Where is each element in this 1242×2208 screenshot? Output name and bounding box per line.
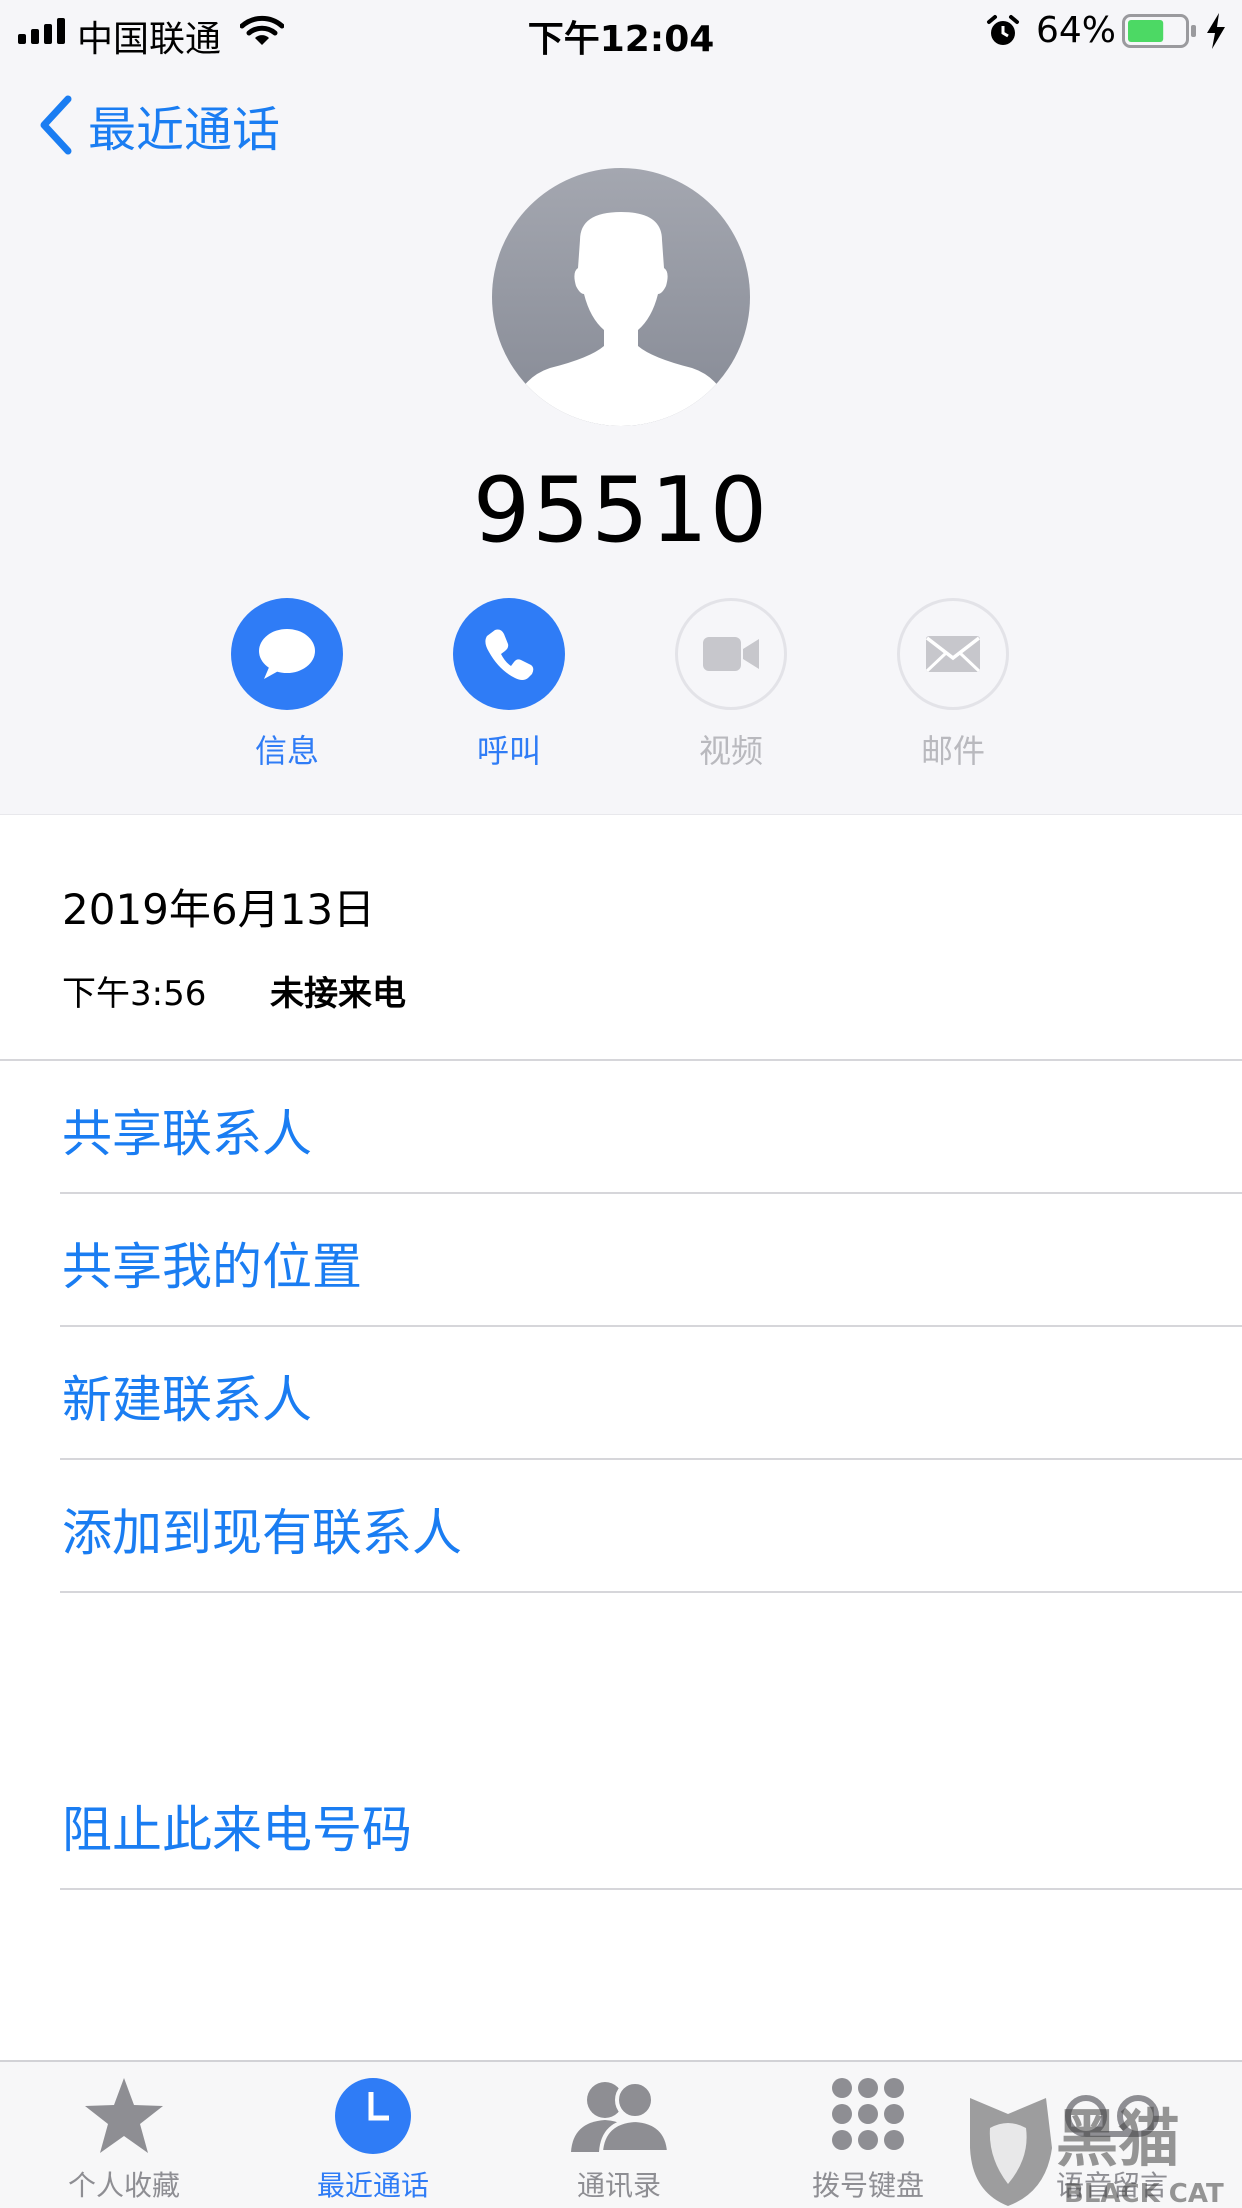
watermark-text: 黑猫 [1056, 2102, 1180, 2175]
tab-contacts-label: 通讯录 [576, 2169, 661, 2202]
tab-recents-label: 最近通话 [316, 2169, 429, 2202]
phone-icon [485, 629, 534, 680]
tab-keypad-label: 拨号键盘 [811, 2169, 924, 2202]
status-bar: 中国联通 下午12:04 64% [0, 0, 1242, 62]
mail-label: 邮件 [920, 732, 985, 770]
share-contact-option[interactable]: 共享联系人 [62, 1094, 312, 1166]
video-icon [703, 637, 759, 671]
mail-icon [925, 636, 981, 673]
chevron-left-icon [40, 95, 72, 155]
message-icon [259, 629, 315, 679]
battery-icon [1122, 14, 1196, 48]
block-caller-option[interactable]: 阻止此来电号码 [62, 1790, 412, 1862]
tab-contacts[interactable]: 通讯录 [519, 2076, 719, 2204]
mail-button[interactable]: 邮件 [883, 598, 1023, 772]
back-label: 最近通话 [88, 102, 281, 158]
share-location-option[interactable]: 共享我的位置 [62, 1227, 362, 1299]
message-label: 信息 [254, 732, 319, 770]
message-button[interactable]: 信息 [217, 598, 357, 772]
call-label: 呼叫 [476, 732, 541, 770]
clock-icon [335, 2078, 411, 2154]
call-date: 2019年6月13日 [62, 885, 376, 934]
tab-favorites-label: 个人收藏 [67, 2169, 180, 2202]
option-divider [60, 1458, 1242, 1460]
contact-number: 95510 [472, 458, 770, 563]
option-divider [60, 1325, 1242, 1327]
call-button[interactable]: 呼叫 [439, 598, 579, 772]
star-icon [85, 2078, 163, 2153]
avatar [492, 168, 750, 426]
video-label: 视频 [698, 732, 763, 770]
call-time: 下午3:56 [62, 974, 207, 1014]
add-to-existing-contact-option[interactable]: 添加到现有联系人 [62, 1493, 462, 1565]
quick-actions: 信息 呼叫 视频 邮件 [0, 598, 1242, 778]
video-button[interactable]: 视频 [661, 598, 801, 772]
new-contact-option[interactable]: 新建联系人 [62, 1360, 312, 1432]
black-cat-watermark: 黑猫 BLACK CAT [970, 2098, 1224, 2208]
charging-bolt-icon [1207, 13, 1225, 49]
header-divider [0, 814, 1242, 815]
back-button[interactable]: 最近通话 [36, 90, 280, 160]
contacts-icon [571, 2080, 671, 2154]
details-divider [0, 1059, 1242, 1061]
tab-recents[interactable]: 最近通话 [273, 2076, 473, 2204]
keypad-icon [832, 2078, 904, 2150]
tab-favorites[interactable]: 个人收藏 [24, 2076, 224, 2204]
battery-percentage: 64% [1036, 10, 1117, 51]
option-divider [60, 1591, 1242, 1593]
call-status: 未接来电 [270, 974, 406, 1014]
option-divider [60, 1192, 1242, 1194]
block-divider [60, 1888, 1242, 1890]
watermark-subtext: BLACK CAT [1064, 2179, 1224, 2208]
alarm-icon [987, 15, 1019, 45]
tab-keypad[interactable]: 拨号键盘 [768, 2076, 968, 2204]
